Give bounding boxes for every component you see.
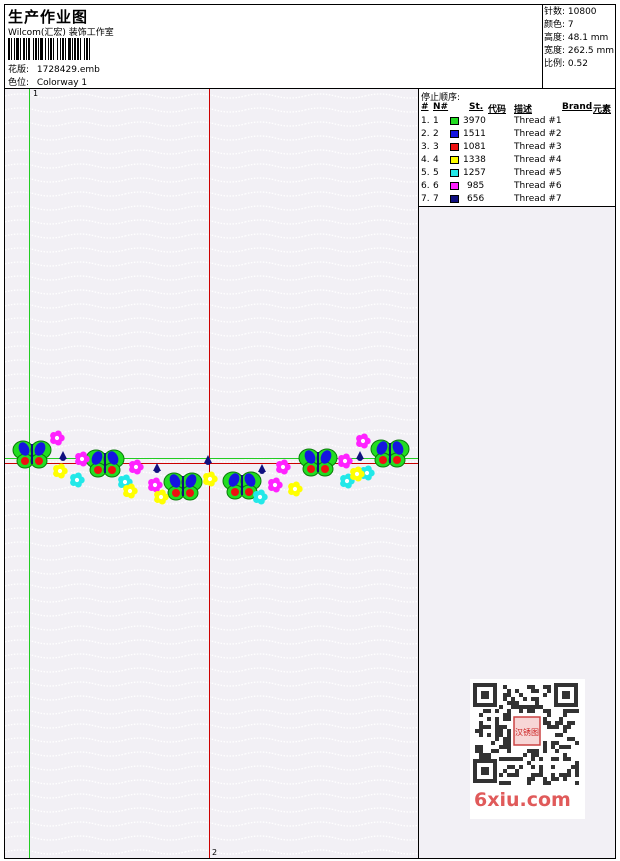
- colorway: Colorway 1: [36, 78, 88, 88]
- row-num: 7.: [421, 194, 430, 204]
- table-row[interactable]: 5. 5 1257 Thread #5: [419, 167, 615, 180]
- design-file: 1728429.emb: [36, 65, 100, 75]
- color-swatch: [450, 117, 459, 125]
- header-description: 描述: [514, 105, 533, 115]
- row-num: 5.: [421, 168, 430, 178]
- table-row[interactable]: 4. 4 1338 Thread #4: [419, 154, 615, 167]
- row-n: 2: [433, 129, 439, 139]
- color-swatch: [450, 130, 459, 138]
- row-n: 6: [433, 181, 439, 191]
- design-file-row: 花版: 1728429.emb: [8, 62, 100, 75]
- header-brand: Brand: [562, 102, 593, 112]
- row-n: 5: [433, 168, 439, 178]
- row-description: Thread #7: [514, 194, 562, 204]
- header-code: 代码: [488, 105, 507, 115]
- row-n: 4: [433, 155, 439, 165]
- header: 生产作业图 Wilcom(汇宏) 装饰工作室 花版: 1728429.emb 色…: [5, 5, 615, 89]
- row-description: Thread #5: [514, 168, 562, 178]
- design-width: 宽度: 262.5 mm: [544, 46, 615, 56]
- row-stitches: 3970: [463, 116, 486, 126]
- row-n: 1: [433, 116, 439, 126]
- colorway-label: 色位:: [8, 78, 30, 88]
- row-description: Thread #1: [514, 116, 562, 126]
- watermark-site: 6xiu.com: [474, 789, 571, 811]
- row-stitches: 985: [467, 181, 485, 191]
- row-description: Thread #6: [514, 181, 562, 191]
- qr-watermark: 汉锈图 6xiu.com: [470, 679, 585, 819]
- stitch-count: 针数: 10800: [544, 7, 597, 17]
- row-num: 1.: [421, 116, 430, 126]
- design-stats: 针数: 10800 颜色: 7 高度: 48.1 mm 宽度: 262.5 mm…: [542, 5, 615, 89]
- header-num: #: [421, 102, 429, 112]
- design-label: 花版:: [8, 65, 30, 75]
- color-swatch: [450, 195, 459, 203]
- design-height: 高度: 48.1 mm: [544, 33, 609, 43]
- row-description: Thread #4: [514, 155, 562, 165]
- row-num: 2.: [421, 129, 430, 139]
- color-swatch: [450, 156, 459, 164]
- row-stitches: 1257: [463, 168, 486, 178]
- table-row[interactable]: 1. 1 3970 Thread #1: [419, 115, 615, 128]
- design-canvas[interactable]: 1 2: [5, 89, 419, 858]
- header-n: N#: [433, 102, 449, 112]
- stamp-text: 汉锈图: [515, 727, 539, 737]
- row-description: Thread #2: [514, 129, 562, 139]
- company-name: Wilcom(汇宏) 装饰工作室: [8, 28, 114, 38]
- row-stitches: 1511: [463, 129, 486, 139]
- row-stitches: 1081: [463, 142, 486, 152]
- header-element: 元素: [593, 105, 612, 115]
- row-n: 7: [433, 194, 439, 204]
- design-scale: 比例: 0.52: [544, 59, 588, 69]
- page-title: 生产作业图: [8, 8, 89, 26]
- table-row[interactable]: 3. 3 1081 Thread #3: [419, 141, 615, 154]
- row-stitches: 656: [467, 194, 485, 204]
- barcode: [8, 38, 90, 60]
- table-row[interactable]: 2. 2 1511 Thread #2: [419, 128, 615, 141]
- table-row[interactable]: 6. 6 985 Thread #6: [419, 180, 615, 193]
- embroidery-design: [12, 430, 410, 505]
- colorway-row: 色位: Colorway 1: [8, 75, 87, 88]
- stop-sequence-table: 停止顺序: # N# St. 代码 描述 Brand 元素 1. 1 3970 …: [419, 89, 615, 207]
- color-count: 颜色: 7: [544, 20, 574, 30]
- row-num: 4.: [421, 155, 430, 165]
- row-num: 6.: [421, 181, 430, 191]
- color-swatch: [450, 182, 459, 190]
- row-n: 3: [433, 142, 439, 152]
- row-num: 3.: [421, 142, 430, 152]
- color-swatch: [450, 143, 459, 151]
- color-swatch: [450, 169, 459, 177]
- row-stitches: 1338: [463, 155, 486, 165]
- header-stitches: St.: [469, 102, 484, 112]
- table-row[interactable]: 7. 7 656 Thread #7: [419, 193, 615, 206]
- row-description: Thread #3: [514, 142, 562, 152]
